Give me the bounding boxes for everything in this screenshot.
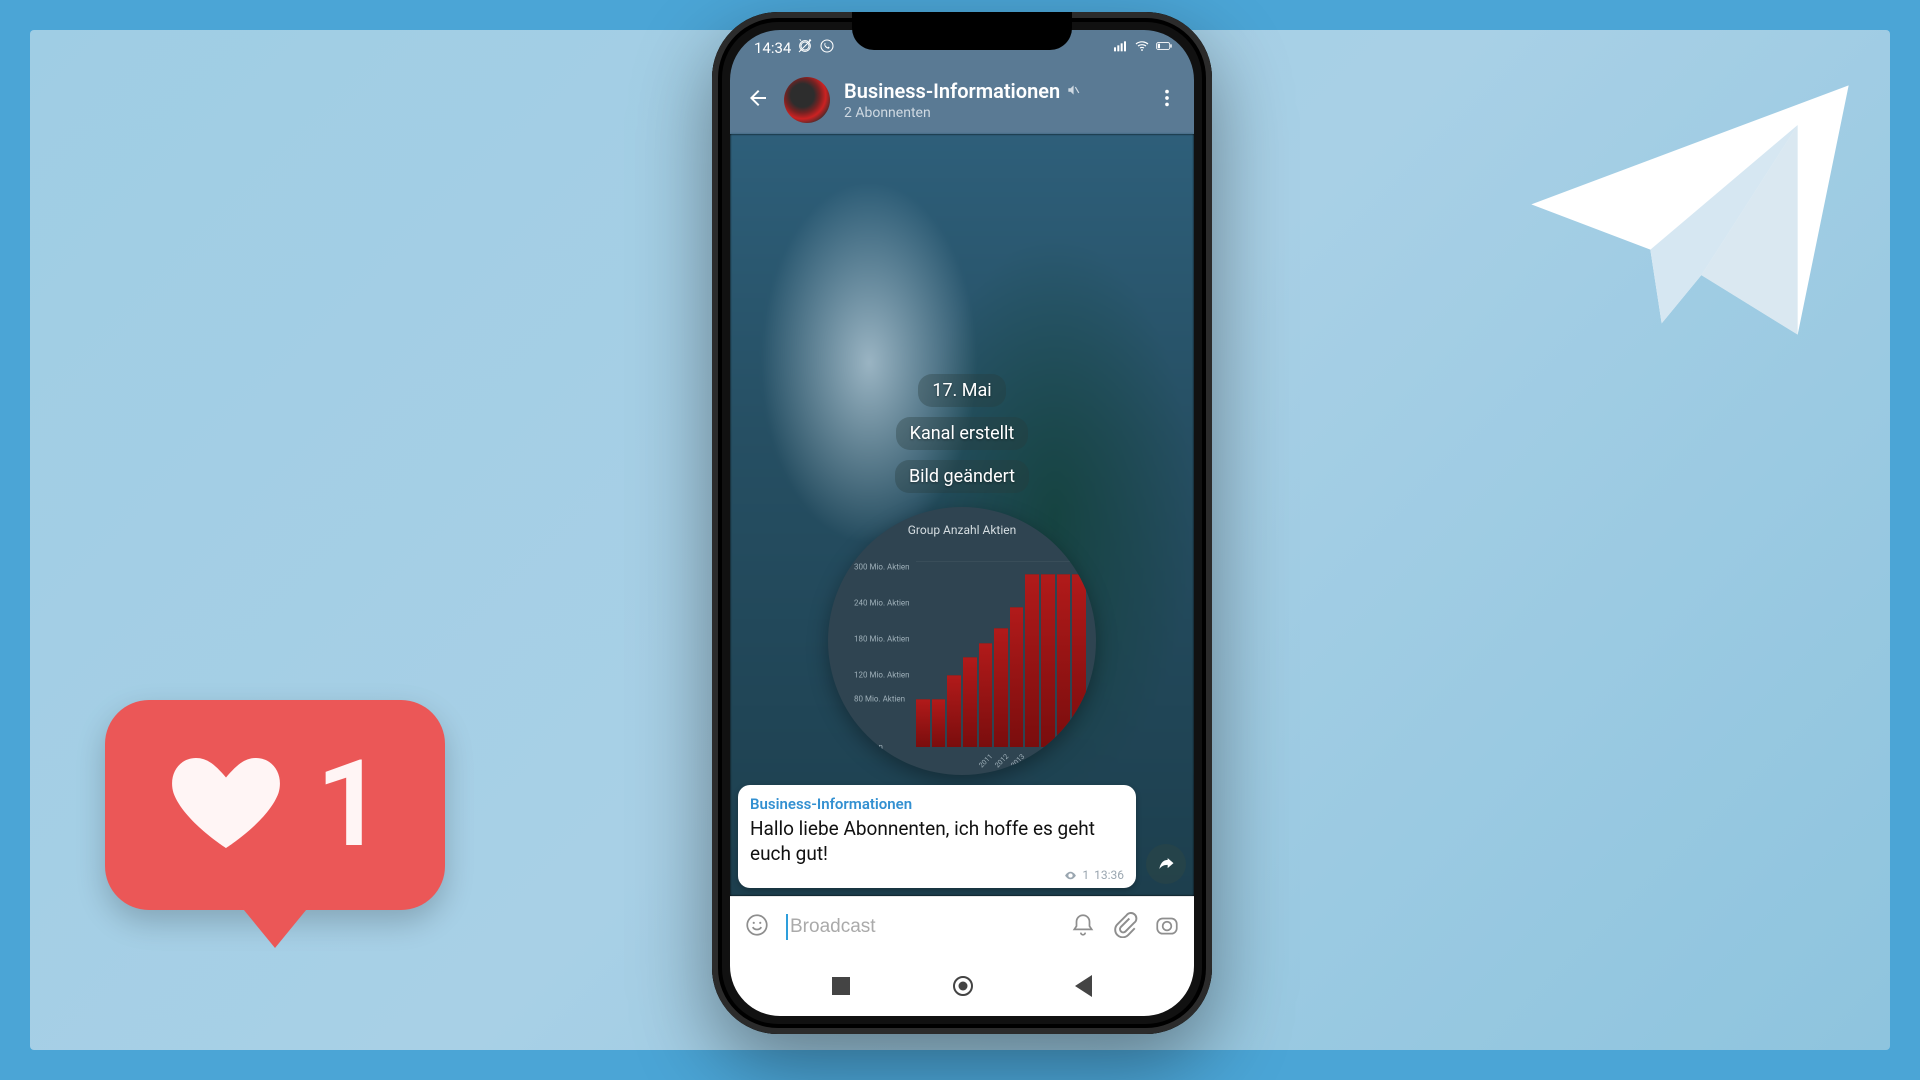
- chart-x-axis: 2011201220132014201520162017201820192020…: [978, 757, 1086, 765]
- back-button[interactable]: [746, 86, 770, 114]
- text-cursor: [786, 914, 788, 940]
- nav-home-button[interactable]: [953, 976, 973, 996]
- share-button[interactable]: [1146, 844, 1186, 884]
- system-message: Bild geändert: [895, 460, 1029, 493]
- phone-frame: 14:34 Business-Informationen 2 Abonnent: [712, 12, 1212, 1034]
- chart-y-axis: 300 Mio. Aktien240 Mio. Aktien180 Mio. A…: [854, 561, 912, 747]
- telegram-plane-icon: [1520, 60, 1860, 360]
- eye-icon: [1064, 869, 1077, 882]
- chart-bars: [916, 562, 1086, 747]
- header-titles[interactable]: Business-Informationen 2 Abonnenten: [844, 79, 1142, 121]
- chat-area[interactable]: 17. Mai Kanal erstellt Bild geändert Gro…: [730, 134, 1194, 896]
- system-message: Kanal erstellt: [896, 417, 1029, 450]
- attach-icon[interactable]: [1112, 912, 1138, 942]
- chart-image-message[interactable]: Group Anzahl Aktien 300 Mio. Aktien240 M…: [828, 507, 1096, 775]
- like-badge: 1: [105, 700, 445, 910]
- notification-icon[interactable]: [1070, 912, 1096, 942]
- channel-name: Business-Informationen: [844, 79, 1060, 103]
- message-text: Hallo liebe Abonnenten, ich hoffe es geh…: [750, 817, 1124, 866]
- view-count: 1: [1082, 868, 1089, 882]
- channel-avatar[interactable]: [784, 77, 830, 123]
- wifi-icon: [1134, 38, 1150, 58]
- battery-icon: [1156, 38, 1172, 58]
- message-meta: 1 13:36: [750, 868, 1124, 882]
- subscriber-count: 2 Abonnenten: [844, 105, 1142, 121]
- alarm-off-icon: [797, 38, 813, 58]
- phone-notch: [852, 12, 1072, 50]
- message-bubble[interactable]: Business-Informationen Hallo liebe Abonn…: [738, 785, 1136, 888]
- emoji-icon[interactable]: [744, 912, 770, 942]
- broadcast-input[interactable]: [790, 916, 1054, 938]
- android-nav-bar: [730, 956, 1194, 1016]
- message-input-bar: [730, 896, 1194, 956]
- phone-screen: 14:34 Business-Informationen 2 Abonnent: [730, 30, 1194, 1016]
- like-count: 1: [316, 745, 385, 865]
- nav-back-button[interactable]: [1075, 975, 1092, 997]
- whatsapp-icon: [819, 38, 835, 58]
- message-time: 13:36: [1094, 868, 1124, 882]
- more-menu-button[interactable]: [1156, 87, 1178, 113]
- date-pill: 17. Mai: [918, 374, 1005, 407]
- heart-icon: [166, 743, 286, 867]
- status-time: 14:34: [754, 39, 791, 57]
- mute-icon: [1066, 82, 1080, 101]
- signal-icon: [1112, 38, 1128, 58]
- nav-recent-button[interactable]: [832, 977, 850, 995]
- chat-header: Business-Informationen 2 Abonnenten: [730, 66, 1194, 134]
- camera-icon[interactable]: [1154, 912, 1180, 942]
- message-author: Business-Informationen: [750, 795, 1124, 813]
- chart-title: Group Anzahl Aktien: [828, 523, 1096, 537]
